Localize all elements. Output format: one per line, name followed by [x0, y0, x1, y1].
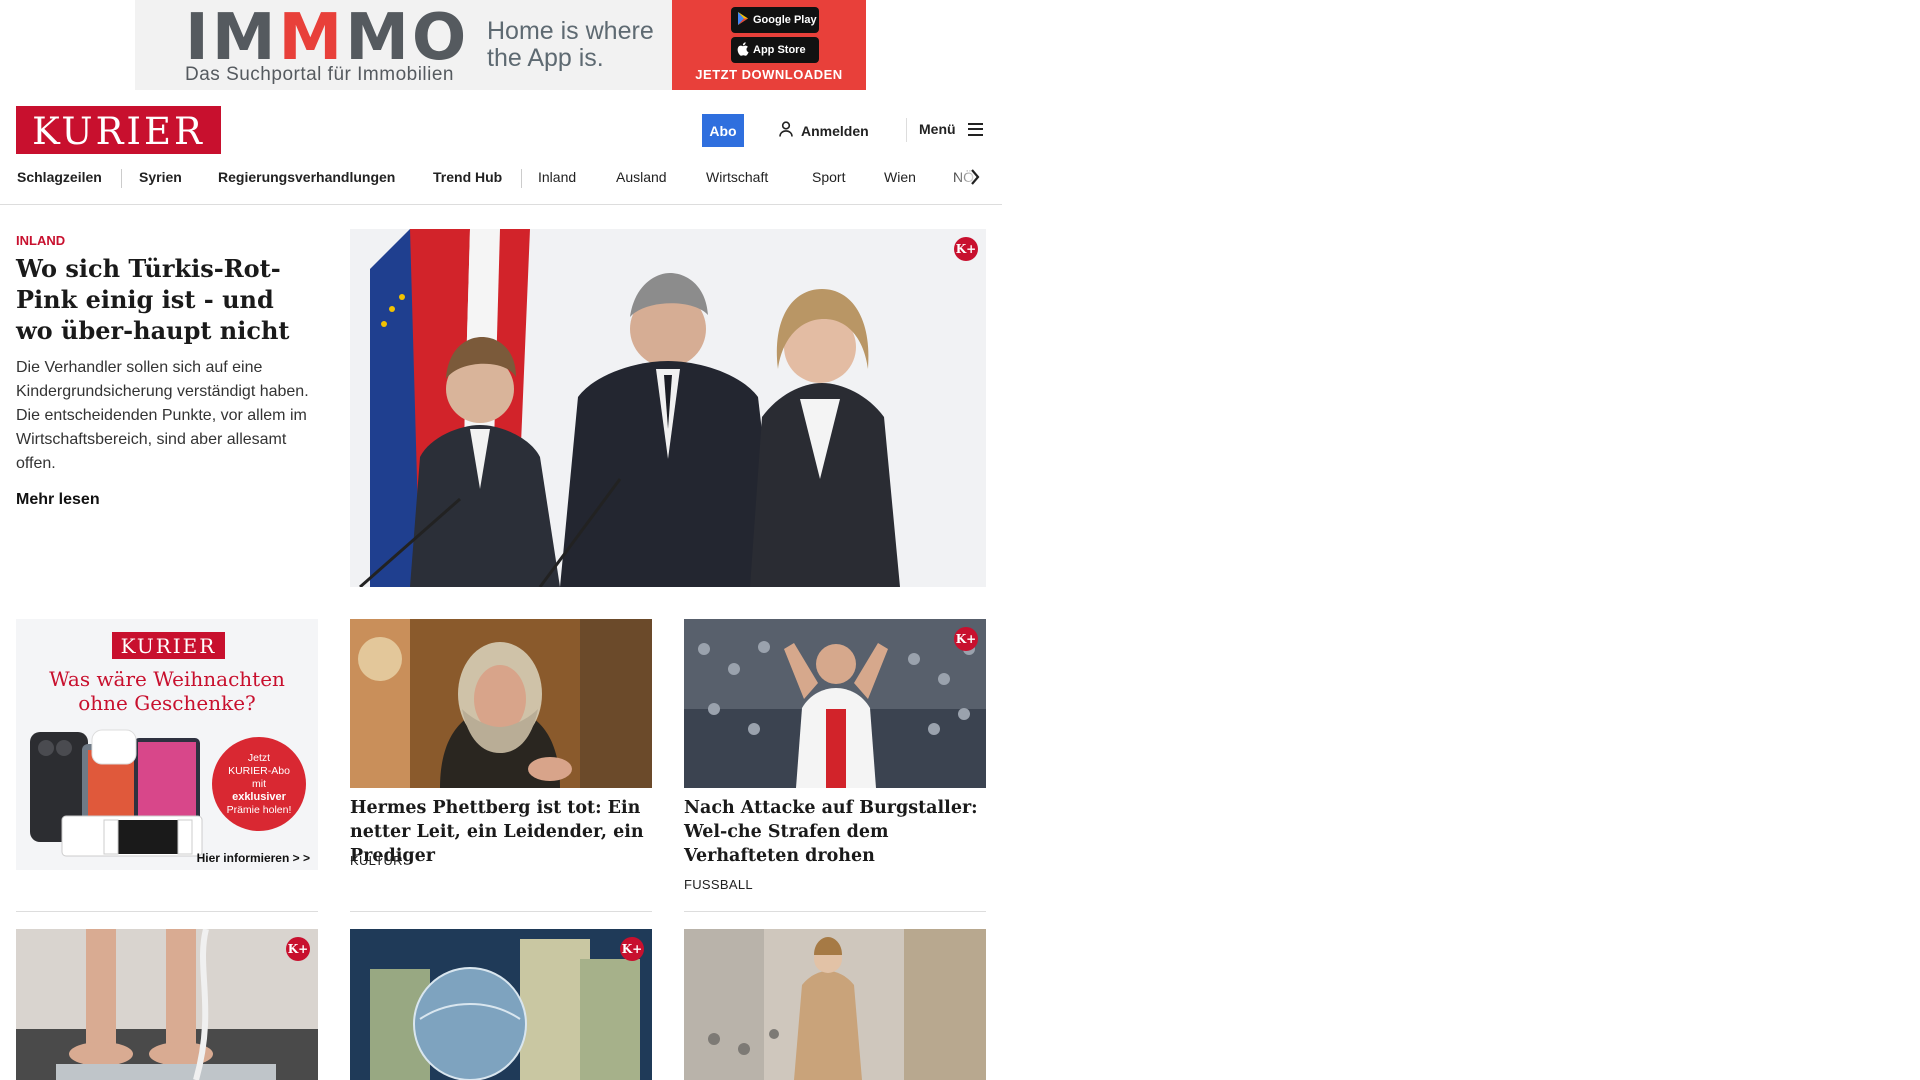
abo-button[interactable]: Abo [702, 114, 744, 147]
nav-item-wien[interactable]: Wien [884, 169, 916, 187]
scale-photo [16, 929, 318, 1080]
premium-badge-icon: K+ [954, 627, 978, 651]
lead-image[interactable]: K+ [350, 229, 986, 587]
lead-photo [350, 229, 986, 587]
ad-download-cta[interactable]: JETZT DOWNLOADEN [672, 67, 866, 82]
kurier-logo[interactable]: KURIER [16, 106, 221, 154]
nav-item-trend-hub[interactable]: Trend Hub [433, 169, 502, 187]
nav-item-schlagzeilen[interactable]: Schlagzeilen [17, 169, 102, 187]
nav-item-inland[interactable]: Inland [538, 169, 576, 187]
ad-logo: IMMMO [185, 6, 469, 70]
nav-separator [521, 169, 522, 188]
premium-badge-icon: K+ [620, 937, 644, 961]
divider [350, 911, 652, 912]
nav-item-sport[interactable]: Sport [812, 169, 845, 187]
nav-item-regierungsverhandlungen[interactable]: Regierungsverhandlungen [218, 169, 395, 187]
header-divider [906, 118, 907, 142]
lead-teaser: Die Verhandler sollen sich auf eine Kind… [16, 359, 309, 472]
promo-card[interactable]: KURIER Was wäre Weihnachten ohne Geschen… [16, 619, 318, 870]
card-image-euro[interactable]: K+ [350, 929, 652, 1080]
nav-item-ausland[interactable]: Ausland [616, 169, 667, 187]
apple-icon [737, 41, 749, 59]
promo-info-link[interactable]: Hier informieren > > [197, 851, 310, 865]
phettberg-photo [350, 619, 652, 788]
user-icon [779, 121, 793, 140]
card-category[interactable]: FUSSBALL [684, 877, 753, 892]
read-more-link[interactable]: Mehr lesen [16, 491, 100, 509]
ad-banner[interactable]: IMMMO Das Suchportal für Immobilien Home… [135, 0, 866, 90]
nav-separator [121, 169, 122, 188]
promo-badge-line: mit [252, 777, 266, 790]
play-store-icon [737, 12, 749, 28]
login-label: Anmelden [801, 122, 869, 139]
promo-headline-line: ohne Geschenke? [78, 691, 256, 715]
ad-tagline: Home is where the App is. [487, 17, 654, 72]
card-image-street[interactable] [684, 929, 986, 1080]
euro-photo [350, 929, 652, 1080]
promo-badge-line: Jetzt [247, 751, 271, 764]
menu-label: Menü [919, 121, 956, 137]
nav-item-syrien[interactable]: Syrien [139, 169, 182, 187]
burgstaller-photo [684, 619, 986, 788]
hamburger-icon [967, 122, 983, 136]
promo-badge-line: Prämie holen! [226, 803, 292, 816]
nav-item-wirtschaft[interactable]: Wirtschaft [706, 169, 768, 187]
app-store-button[interactable]: App Store [731, 37, 819, 63]
divider [16, 911, 318, 912]
promo-logo: KURIER [112, 632, 225, 659]
premium-badge-icon: K+ [286, 937, 310, 961]
divider [684, 911, 986, 912]
card-image-scale[interactable]: K+ [16, 929, 318, 1080]
promo-gadgets-image [30, 729, 203, 857]
promo-badge-line: KURIER-Abo [228, 764, 290, 777]
chevron-right-icon[interactable] [970, 168, 980, 192]
google-play-button[interactable]: Google Play [731, 7, 819, 33]
ad-cta-panel[interactable]: Google Play App Store JETZT DOWNLOADEN [672, 0, 866, 90]
lead-kicker[interactable]: INLAND [16, 233, 65, 248]
street-photo [684, 929, 986, 1080]
promo-badge: Jetzt KURIER-Abo mit exklusiver Prämie h… [212, 737, 306, 831]
ad-subtitle: Das Suchportal für Immobilien [185, 64, 454, 85]
promo-badge-line: exklusiver [232, 790, 286, 803]
card-image-phettberg[interactable] [350, 619, 652, 788]
premium-badge-icon: K+ [954, 237, 978, 261]
card-image-burgstaller[interactable]: K+ [684, 619, 986, 788]
login-button[interactable]: Anmelden [779, 121, 869, 140]
section-nav: Schlagzeilen Syrien Regierungsverhandlun… [0, 160, 1002, 205]
menu-button[interactable]: Menü [919, 121, 983, 137]
promo-headline: Was wäre Weihnachten ohne Geschenke? [16, 667, 318, 715]
card-headline[interactable]: Nach Attacke auf Burgstaller: Wel-che St… [684, 796, 986, 868]
promo-headline-line: Was wäre Weihnachten [49, 667, 285, 691]
lead-headline[interactable]: Wo sich Türkis-Rot-Pink einig ist - und … [16, 253, 316, 346]
google-play-label: Google Play [753, 14, 817, 26]
card-category[interactable]: KULTUR [350, 853, 403, 868]
app-store-label: App Store [753, 44, 806, 56]
